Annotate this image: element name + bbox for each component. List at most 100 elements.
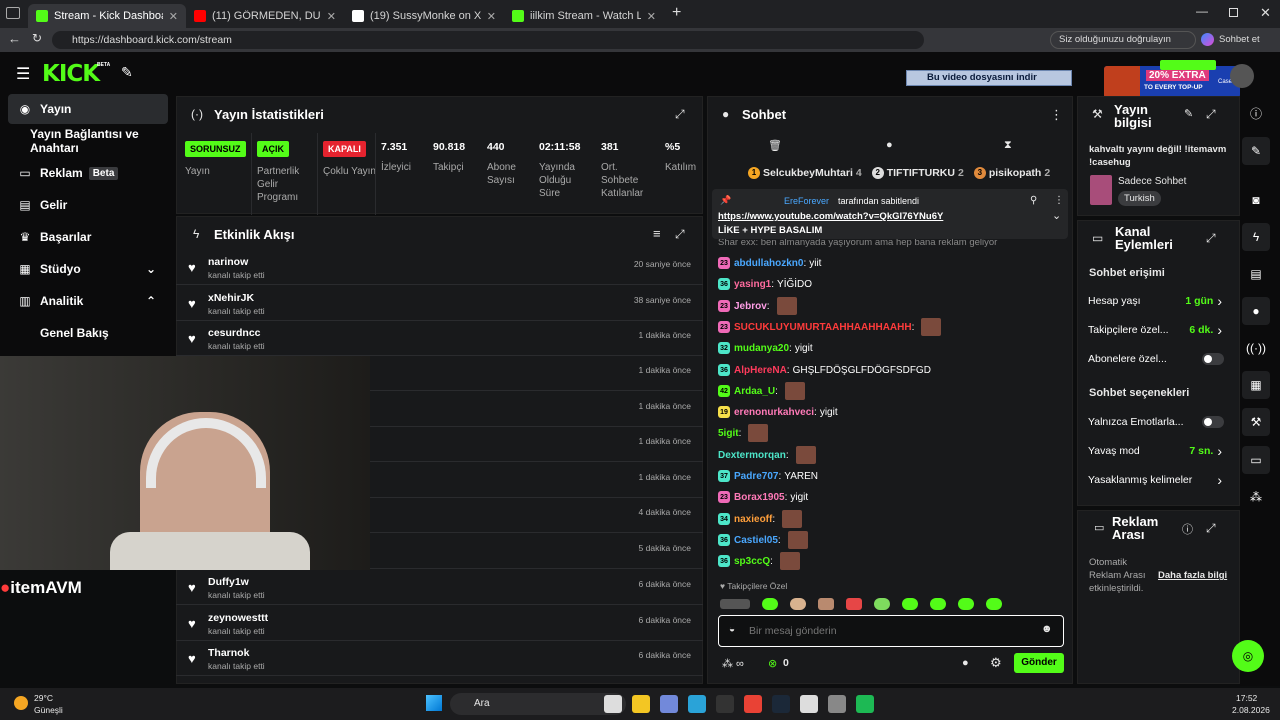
live-button[interactable]	[1160, 60, 1216, 70]
chat-username[interactable]: Ardaa_U	[734, 386, 775, 397]
chat-username[interactable]: SUCUKLUYUMURTAAHHAAHHAAHH	[734, 322, 912, 333]
new-tab-icon[interactable]: +	[672, 4, 681, 22]
sidebar-item-analitik[interactable]: ▥ Analitik ⌃	[8, 286, 168, 316]
setting-row[interactable]: Abonelere özel...	[1088, 348, 1228, 370]
sync-button[interactable]: Siz olduğunuzu doğrulayın	[1050, 31, 1196, 49]
chat-username[interactable]: Borax1905	[734, 492, 785, 503]
trash-icon[interactable]: 🗑	[768, 139, 782, 152]
chat-username[interactable]: Jebrov	[734, 301, 767, 312]
close-icon[interactable]: ✕	[163, 10, 178, 23]
popout-icon[interactable]: ⤢	[675, 107, 685, 122]
sidebar-item-basarilar[interactable]: ♛ Başarılar	[8, 222, 168, 252]
more-icon[interactable]: ⋮	[1050, 107, 1063, 123]
chat-input-box[interactable]: ◒ ☻	[718, 615, 1064, 647]
ad-icon[interactable]: ▭	[1242, 446, 1270, 474]
taskbar-apps[interactable]	[604, 695, 874, 713]
back-icon[interactable]: ←	[8, 31, 21, 46]
tools-icon[interactable]: ✎	[121, 64, 133, 81]
chat-username[interactable]: AlpHereNA	[734, 365, 787, 376]
top-chatter[interactable]: 3 pisikopath 2	[973, 167, 1050, 179]
help-button[interactable]: ◎	[1232, 640, 1264, 672]
chat-username[interactable]: mudanya20	[734, 343, 789, 354]
close-icon[interactable]: ✕	[481, 10, 496, 23]
emote-bar[interactable]	[720, 597, 1064, 611]
sidebar-item-stream-key[interactable]: Yayın Bağlantısı ve Anahtarı	[8, 126, 168, 156]
document-icon[interactable]: ▤	[1242, 260, 1270, 288]
avatar[interactable]	[1230, 64, 1254, 88]
sidebar-item-studyo[interactable]: ▦ Stüdyo ⌄	[8, 254, 168, 284]
studio-icon[interactable]: ▦	[1242, 371, 1270, 399]
edit-icon[interactable]: ✎	[1184, 107, 1193, 120]
edit-icon[interactable]: ✎	[1242, 137, 1270, 165]
top-chatter[interactable]: 1 SelcukbeyMuhtari 4	[748, 167, 862, 179]
info-icon[interactable]: ⓘ	[1182, 521, 1193, 537]
chat-bubble-icon[interactable]: ●	[962, 657, 969, 669]
camera-icon[interactable]: ◙	[1242, 186, 1270, 214]
pinned-link[interactable]: https://www.youtube.com/watch?v=QkGI76YN…	[718, 211, 943, 222]
popout-icon[interactable]: ⤢	[1206, 231, 1216, 246]
follower-name[interactable]: Tharnok	[208, 647, 249, 659]
chat-username[interactable]: yasing1	[734, 279, 771, 290]
follower-name[interactable]: zeynowesttt	[208, 612, 268, 624]
sidebar-toggle-icon[interactable]	[6, 7, 20, 19]
send-button[interactable]: Gönder	[1014, 653, 1064, 673]
promo-banner[interactable]: 20% EXTRA TO EVERY TOP-UP Case	[1104, 66, 1240, 98]
setting-row[interactable]: Hesap yaşı 1 gün ›	[1088, 290, 1228, 312]
toggle-switch[interactable]	[1202, 353, 1224, 365]
clock-time[interactable]: 17:52	[1236, 693, 1257, 703]
follower-name[interactable]: Duffy1w	[208, 576, 249, 588]
setting-row[interactable]: Takipçilere özel... 6 dk. ›	[1088, 319, 1228, 341]
toggle-switch[interactable]	[1202, 416, 1224, 428]
gear-icon[interactable]: ⚙	[990, 655, 1002, 671]
timer-icon[interactable]: ⧗	[1004, 139, 1012, 152]
sidebar-item-genel-bakis[interactable]: Genel Bakış	[8, 318, 168, 348]
category-label[interactable]: Sadece Sohbet	[1118, 176, 1186, 187]
emoji-icon[interactable]: ☻	[1041, 623, 1053, 635]
download-video-bar[interactable]: Bu video dosyasını indir	[906, 70, 1072, 86]
chat-username[interactable]: naxieoff	[734, 514, 772, 525]
points-icon[interactable]: ⁂ ∞	[722, 657, 744, 670]
browser-tab[interactable]: Stream - Kick Dashboard✕	[28, 4, 186, 28]
chat-username[interactable]: Padre707	[734, 471, 778, 482]
chat-input[interactable]	[749, 624, 1029, 638]
top-chatter[interactable]: 2 TIFTIFTURKU 2	[871, 167, 964, 179]
copilot-icon[interactable]	[1201, 33, 1214, 46]
chat-username[interactable]: erenonurkahveci	[734, 407, 814, 418]
chat-button[interactable]: Sohbet et	[1219, 34, 1260, 45]
chat-username[interactable]: Dextermorqan	[718, 450, 786, 461]
broadcast-icon[interactable]: ((·))	[1242, 334, 1270, 362]
filter-icon[interactable]: ≡	[653, 226, 661, 241]
sidebar-item-gelir[interactable]: ▤ Gelir	[8, 190, 168, 220]
taskbar-search[interactable]: Ara	[450, 693, 626, 715]
chat-username[interactable]: 5igit	[718, 428, 739, 439]
follower-name[interactable]: xNehirJK	[208, 292, 254, 304]
popout-icon[interactable]: ⤢	[1206, 107, 1216, 122]
minimize-icon[interactable]: —	[1196, 4, 1208, 18]
points-icon[interactable]: ⁂	[1242, 483, 1270, 511]
close-icon[interactable]: ✕	[321, 10, 336, 23]
bolt-icon[interactable]: ϟ	[1242, 223, 1270, 251]
learn-more-link[interactable]: Daha fazla bilgi	[1158, 570, 1227, 581]
setting-row[interactable]: Yalnızca Emotlarla...	[1088, 411, 1228, 433]
popout-icon[interactable]: ⤢	[1206, 521, 1216, 536]
chat-icon[interactable]: ●	[1242, 297, 1270, 325]
browser-tab[interactable]: (19) SussyMonke on X: "STEAM YE✕	[344, 4, 504, 28]
follower-name[interactable]: narinow	[208, 256, 248, 268]
chevron-down-icon[interactable]: ⌄	[1052, 209, 1061, 222]
chat-bubble-icon[interactable]: ●	[886, 139, 893, 151]
url-field[interactable]: https://dashboard.kick.com/stream	[52, 31, 924, 49]
chat-username[interactable]: abdullahozkn0	[734, 258, 803, 269]
browser-tab[interactable]: iilkim Stream - Watch Live on Kick✕	[504, 4, 664, 28]
setting-row[interactable]: Yasaklanmış kelimeler ›	[1088, 469, 1228, 491]
start-icon[interactable]	[426, 695, 442, 711]
browser-tab[interactable]: (11) GÖRMEDEN, DUYMADAN VE✕	[186, 4, 344, 28]
maximize-icon[interactable]	[1229, 8, 1238, 17]
close-icon[interactable]: ✕	[641, 10, 656, 23]
kick-logo[interactable]: KICK	[42, 61, 100, 87]
info-icon[interactable]: ⓘ	[1242, 100, 1270, 128]
clock-date[interactable]: 2.08.2026	[1232, 705, 1270, 715]
chat-username[interactable]: sp3ccQ	[734, 556, 770, 567]
unpin-icon[interactable]: ⚲	[1030, 195, 1037, 206]
setting-row[interactable]: Yavaş mod 7 sn. ›	[1088, 440, 1228, 462]
more-icon[interactable]: ⋮	[1054, 195, 1064, 206]
